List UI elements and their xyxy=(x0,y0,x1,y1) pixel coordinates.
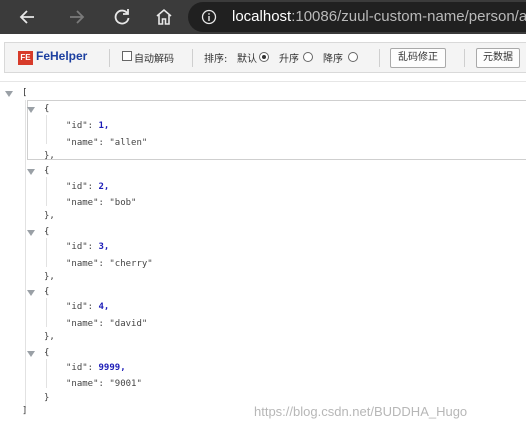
address-bar[interactable]: localhost:10086/zuul-custom-name/person/… xyxy=(188,2,526,32)
json-row: "id": 9999, xyxy=(66,362,126,374)
back-arrow-icon xyxy=(19,10,34,24)
json-object-close: } xyxy=(44,393,50,403)
raw-data-button[interactable]: 元数据 xyxy=(476,48,520,68)
home-button[interactable] xyxy=(146,0,180,34)
json-string-value: "9001" xyxy=(109,379,142,389)
json-row: "name": "bob" xyxy=(66,197,136,209)
json-row: "name": "cherry" xyxy=(66,258,153,270)
json-key: "name": xyxy=(66,198,104,208)
collapse-triangle-icon[interactable] xyxy=(5,91,13,97)
json-string-value: "cherry" xyxy=(109,259,153,269)
json-object-open: { xyxy=(44,287,50,297)
json-key: "name": xyxy=(66,319,104,329)
fehelper-logo-icon: FE xyxy=(18,51,33,65)
fehelper-title[interactable]: FeHelper xyxy=(36,49,87,63)
json-object-close: }, xyxy=(44,151,55,161)
json-object-open: { xyxy=(44,166,50,176)
json-object-close: }, xyxy=(44,211,55,221)
json-key: "id": xyxy=(66,302,94,312)
auto-decode-checkbox[interactable] xyxy=(122,51,132,61)
collapse-triangle-icon[interactable] xyxy=(27,169,35,175)
sort-desc-label: 降序 xyxy=(323,54,343,65)
json-number-value: 1, xyxy=(98,121,110,131)
url-path: :10086/zuul-custom-name/person/all xyxy=(291,8,526,25)
json-number-value: 9999, xyxy=(98,363,126,373)
auto-decode-label: 自动解码 xyxy=(134,54,174,65)
sort-desc-radio[interactable] xyxy=(348,52,358,62)
forward-arrow-icon xyxy=(70,10,85,24)
collapse-triangle-icon[interactable] xyxy=(27,351,35,357)
info-icon[interactable] xyxy=(201,9,217,25)
toolbar-divider xyxy=(464,49,465,67)
json-string-value: "bob" xyxy=(109,198,137,208)
browser-toolbar: localhost:10086/zuul-custom-name/person/… xyxy=(0,0,526,34)
json-key: "id": xyxy=(66,182,94,192)
home-icon xyxy=(156,8,172,25)
toolbar-divider xyxy=(109,49,110,67)
json-object-open: { xyxy=(44,227,50,237)
toolbar-divider xyxy=(379,49,380,67)
sort-default-label: 默认 xyxy=(237,54,257,65)
indent-guide xyxy=(46,177,47,206)
indent-guide xyxy=(46,115,47,144)
json-object-open: { xyxy=(44,104,50,114)
fix-encoding-button[interactable]: 乱码修正 xyxy=(390,48,446,68)
indent-guide xyxy=(46,359,47,388)
forward-button[interactable] xyxy=(58,0,92,34)
json-object-open: { xyxy=(44,348,50,358)
sort-label: 排序: xyxy=(204,54,228,65)
json-viewer: [ { "id": 1, "name": "allen" }, { "id": … xyxy=(0,82,526,434)
json-row: "id": 3, xyxy=(66,241,109,253)
json-string-value: "david" xyxy=(109,319,148,329)
fehelper-toolbar: FE FeHelper 自动解码 排序: 默认 升序 降序 乱码修正 元数据 xyxy=(0,34,526,82)
sort-asc-label: 升序 xyxy=(279,54,299,65)
indent-guide xyxy=(25,100,26,408)
indent-guide xyxy=(46,298,47,327)
url-host: localhost xyxy=(232,8,292,25)
json-row: "id": 1, xyxy=(66,120,109,132)
url-text[interactable]: localhost:10086/zuul-custom-name/person/… xyxy=(232,8,526,25)
json-row: "id": 2, xyxy=(66,181,109,193)
back-button[interactable] xyxy=(10,0,44,34)
collapse-triangle-icon[interactable] xyxy=(27,230,35,236)
json-string-value: "allen" xyxy=(109,138,148,148)
toolbar-divider xyxy=(192,49,193,67)
json-key: "id": xyxy=(66,242,94,252)
json-key: "id": xyxy=(66,363,94,373)
json-number-value: 2, xyxy=(98,182,110,192)
json-number-value: 4, xyxy=(98,302,110,312)
json-key: "name": xyxy=(66,379,104,389)
fehelper-toolbar-panel: FE FeHelper 自动解码 排序: 默认 升序 降序 乱码修正 元数据 xyxy=(4,42,526,73)
json-key: "name": xyxy=(66,138,104,148)
watermark-text: https://blog.csdn.net/BUDDHA_Hugo xyxy=(254,404,468,419)
reload-button[interactable] xyxy=(104,0,138,34)
json-row: "name": "9001" xyxy=(66,378,142,390)
reload-icon xyxy=(114,9,130,25)
sort-default-radio[interactable] xyxy=(259,52,269,62)
sort-asc-radio[interactable] xyxy=(303,52,313,62)
indent-guide xyxy=(46,238,47,267)
collapse-triangle-icon[interactable] xyxy=(27,290,35,296)
json-array-open: [ xyxy=(22,88,28,98)
collapse-triangle-icon[interactable] xyxy=(27,107,35,113)
json-key: "id": xyxy=(66,121,94,131)
json-number-value: 3, xyxy=(98,242,110,252)
json-object-close: }, xyxy=(44,272,55,282)
json-row: "name": "david" xyxy=(66,318,147,330)
json-key: "name": xyxy=(66,259,104,269)
json-row: "name": "allen" xyxy=(66,137,147,149)
json-object-close: }, xyxy=(44,332,55,342)
json-row: "id": 4, xyxy=(66,301,109,313)
json-array-close: ] xyxy=(22,406,28,416)
